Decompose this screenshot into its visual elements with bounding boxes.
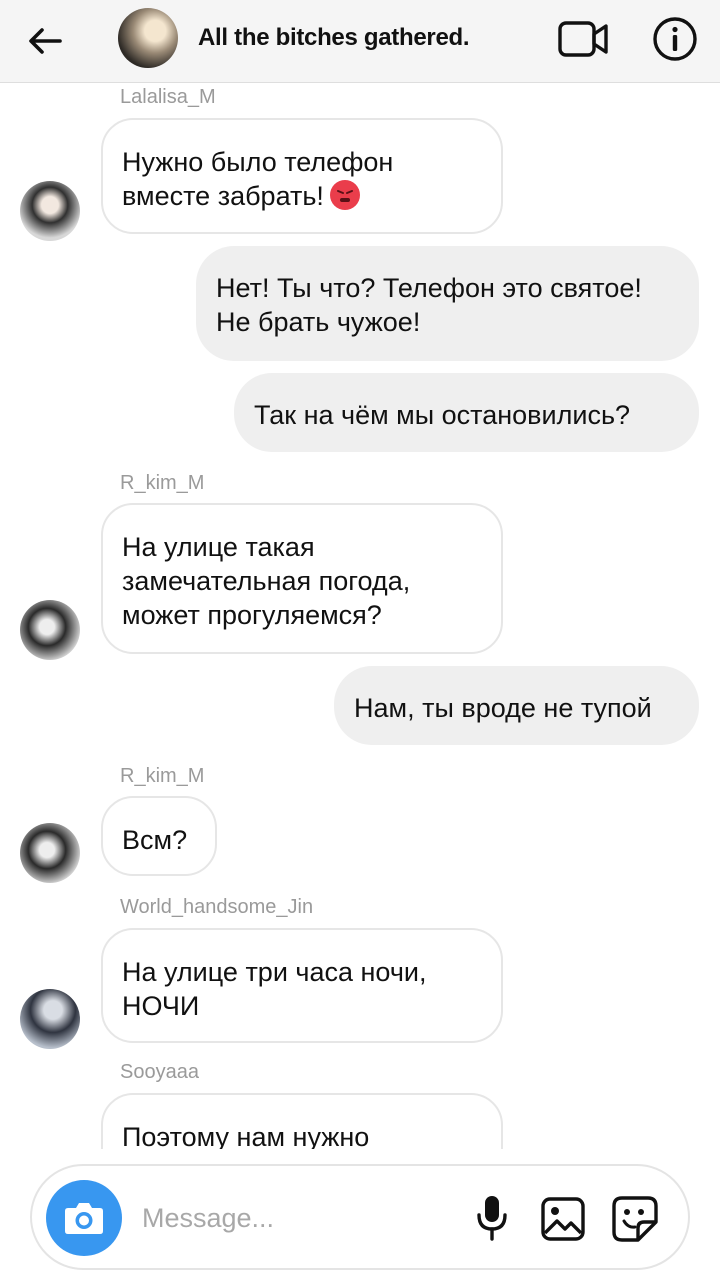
info-icon xyxy=(653,17,697,61)
voice-message-button[interactable] xyxy=(472,1192,512,1244)
message-text: Нет! Ты что? Телефон это святое! Не брат… xyxy=(216,273,642,337)
gallery-button[interactable] xyxy=(540,1196,586,1242)
video-camera-icon xyxy=(558,21,608,57)
message-text: На улице три часа ночи, НОЧИ xyxy=(122,957,427,1021)
message-text: Так на чём мы остановились? xyxy=(254,400,631,430)
chat-header: All the bitches gathered. xyxy=(0,0,720,83)
message-text: На улице такая замечательная погода, мож… xyxy=(122,532,411,630)
sender-name: R_kim_M xyxy=(120,765,205,787)
sender-name: Lalalisa_M xyxy=(120,86,216,108)
sticker-icon xyxy=(612,1196,658,1242)
avatar[interactable] xyxy=(20,181,80,241)
gallery-icon xyxy=(541,1197,585,1241)
message-input[interactable] xyxy=(142,1198,442,1238)
message-bubble[interactable]: Поэтому нам нужно xyxy=(101,1093,503,1149)
message-text: Нам, ты вроде не тупой xyxy=(354,693,652,723)
message-bubble[interactable]: Всм? xyxy=(101,796,217,876)
video-call-button[interactable] xyxy=(556,16,612,62)
message-composer xyxy=(30,1164,690,1270)
arrow-left-icon xyxy=(29,28,62,54)
avatar[interactable] xyxy=(20,823,80,883)
message-text: Всм? xyxy=(122,825,188,855)
sender-name: R_kim_M xyxy=(120,472,205,494)
message-bubble[interactable]: Нам, ты вроде не тупой xyxy=(334,666,699,745)
info-button[interactable] xyxy=(650,14,700,64)
message-bubble[interactable]: Так на чём мы остановились? xyxy=(234,373,699,452)
camera-button[interactable] xyxy=(46,1180,122,1256)
sender-name: Sooyaaa xyxy=(120,1061,199,1083)
message-text: Поэтому нам нужно xyxy=(122,1122,370,1149)
back-button[interactable] xyxy=(22,18,68,64)
message-bubble[interactable]: На улице три часа ночи, НОЧИ xyxy=(101,928,503,1043)
message-list[interactable]: Lalalisa_M Нужно было телефон вместе заб… xyxy=(0,83,720,1149)
avatar[interactable] xyxy=(20,989,80,1049)
angry-face-icon xyxy=(329,180,360,210)
message-bubble[interactable]: На улице такая замечательная погода, мож… xyxy=(101,503,503,654)
message-bubble[interactable]: Нет! Ты что? Телефон это святое! Не брат… xyxy=(196,246,699,361)
microphone-icon xyxy=(477,1196,507,1241)
sticker-button[interactable] xyxy=(610,1194,660,1244)
avatar[interactable] xyxy=(20,600,80,660)
camera-icon xyxy=(65,1203,103,1234)
group-avatar[interactable] xyxy=(118,8,178,68)
message-bubble[interactable]: Нужно было телефон вместе забрать! xyxy=(101,118,503,234)
chat-title[interactable]: All the bitches gathered. xyxy=(198,24,470,52)
sender-name: World_handsome_Jin xyxy=(120,896,314,918)
